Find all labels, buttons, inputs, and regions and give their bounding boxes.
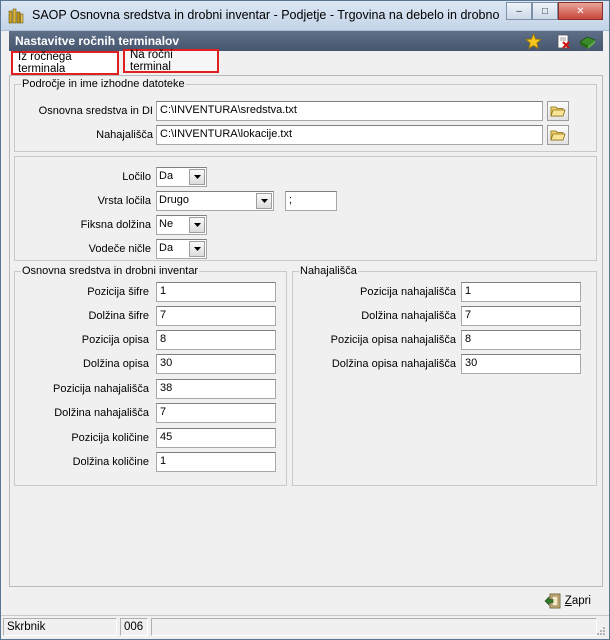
asset-quantity-position-input[interactable]: 45 [156, 428, 276, 448]
location-position-label: Pozicija nahajališča [360, 286, 456, 298]
status-code: 006 [120, 618, 148, 636]
form-title: Nastavitve ročnih terminalov [15, 34, 180, 48]
window-title: SAOP Osnovna sredstva in drobni inventar… [32, 8, 500, 22]
fixed-length-value: Ne [159, 218, 174, 230]
separator-value: Da [159, 170, 174, 182]
chevron-down-icon [189, 217, 205, 233]
fixed-assets-file-input[interactable]: C:\INVENTURA\sredstva.txt [156, 101, 543, 121]
locations-position-group: Nahajališča Pozicija nahajališča 1 Dolži… [292, 265, 597, 486]
location-description-length-input[interactable]: 30 [461, 354, 581, 374]
chevron-down-icon [256, 193, 272, 209]
book-icon[interactable] [579, 33, 596, 50]
chevron-down-icon [189, 169, 205, 185]
locations-file-input[interactable]: C:\INVENTURA\lokacije.txt [156, 125, 543, 145]
close-button[interactable]: Zapri [544, 593, 591, 609]
location-description-position-label: Pozicija opisa nahajališča [330, 334, 456, 346]
leading-zeros-value: Da [159, 242, 174, 254]
assets-legend: Osnovna sredstva in drobni inventar [21, 265, 200, 277]
tab-strip: Iz ročnega terminala Na ročni terminal [9, 49, 603, 75]
browse-locations-button[interactable] [547, 125, 569, 145]
tab-content: Področje in ime izhodne datoteke Osnovna… [9, 75, 603, 587]
assets-position-group: Osnovna sredstva in drobni inventar Pozi… [14, 265, 287, 486]
asset-description-position-label: Pozicija opisa [81, 334, 149, 346]
title-bar[interactable]: SAOP Osnovna sredstva in drobni inventar… [1, 1, 609, 31]
chevron-down-icon [189, 241, 205, 257]
minimize-button[interactable]: – [506, 2, 532, 20]
locations-file-label: Nahajališča [96, 129, 153, 141]
books-icon [8, 8, 24, 24]
folder-open-icon [550, 106, 566, 117]
asset-description-length-label: Dolžina opisa [82, 358, 149, 370]
source-file-group: Področje in ime izhodne datoteke Osnovna… [14, 78, 597, 152]
folder-open-icon [550, 130, 566, 141]
asset-quantity-length-input[interactable]: 1 [156, 452, 276, 472]
tab-na-rocni-terminal[interactable]: Na ročni terminal [123, 49, 219, 73]
status-bar: Skrbnik 006 [1, 615, 609, 639]
separator-select[interactable]: Da [156, 167, 207, 187]
location-length-input[interactable]: 7 [461, 306, 581, 326]
location-length-label: Dolžina nahajališča [361, 310, 456, 322]
status-user: Skrbnik [3, 618, 117, 636]
locations-legend: Nahajališča [299, 265, 358, 277]
location-description-length-label: Dolžina opisa nahajališča [331, 358, 456, 370]
fixed-assets-file-label: Osnovna sredstva in DI [38, 105, 153, 117]
format-group: Ločilo Da Vrsta ločila Drugo ; Fiksna do… [14, 156, 597, 261]
separator-type-value: Drugo [159, 194, 189, 206]
asset-description-length-input[interactable]: 30 [156, 354, 276, 374]
close-window-button[interactable]: ✕ [558, 2, 603, 20]
status-message [151, 618, 597, 636]
fixed-length-label: Fiksna dolžina [80, 219, 151, 231]
location-description-position-input[interactable]: 8 [461, 330, 581, 350]
button-bar: Zapri [9, 587, 603, 615]
asset-location-position-input[interactable]: 38 [156, 379, 276, 399]
tab-label: Iz ročnega terminala [18, 51, 72, 75]
browse-fixed-assets-button[interactable] [547, 101, 569, 121]
asset-code-position-input[interactable]: 1 [156, 282, 276, 302]
close-button-label: Zapri [564, 595, 591, 607]
asset-code-length-input[interactable]: 7 [156, 306, 276, 326]
tab-label: Na ročni terminal [130, 49, 173, 73]
source-file-legend: Področje in ime izhodne datoteke [21, 78, 186, 90]
asset-code-position-label: Pozicija šifre [87, 286, 149, 298]
asset-quantity-length-label: Dolžina količine [72, 456, 149, 468]
asset-quantity-position-label: Pozicija količine [71, 432, 149, 444]
delete-page-icon[interactable] [555, 33, 572, 50]
asset-location-length-input[interactable]: 7 [156, 403, 276, 423]
asset-location-position-label: Pozicija nahajališča [53, 383, 149, 395]
fixed-length-select[interactable]: Ne [156, 215, 207, 235]
leading-zeros-select[interactable]: Da [156, 239, 207, 259]
form-header: Nastavitve ročnih terminalov [9, 31, 603, 51]
separator-label: Ločilo [122, 171, 151, 183]
tab-iz-rocnega-terminala[interactable]: Iz ročnega terminala [11, 51, 119, 75]
separator-type-label: Vrsta ločila [97, 195, 151, 207]
separator-char-input[interactable]: ; [285, 191, 337, 211]
leading-zeros-label: Vodeče ničle [88, 243, 151, 255]
asset-description-position-input[interactable]: 8 [156, 330, 276, 350]
asset-location-length-label: Dolžina nahajališča [54, 407, 149, 419]
resize-grip-icon[interactable] [596, 626, 606, 636]
star-icon[interactable] [525, 33, 542, 50]
application-window: SAOP Osnovna sredstva in drobni inventar… [0, 0, 610, 640]
location-position-input[interactable]: 1 [461, 282, 581, 302]
separator-type-select[interactable]: Drugo [156, 191, 274, 211]
maximize-button[interactable]: □ [532, 2, 558, 20]
exit-door-icon [544, 593, 561, 609]
asset-code-length-label: Dolžina šifre [88, 310, 149, 322]
